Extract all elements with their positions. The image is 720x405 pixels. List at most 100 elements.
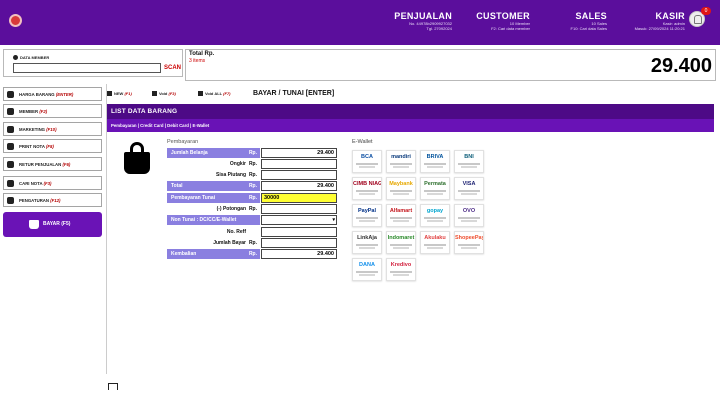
void-label: Void bbox=[159, 91, 168, 96]
caption-line bbox=[356, 217, 378, 219]
ewallet-option[interactable]: DANA bbox=[352, 258, 382, 281]
sidebar-item-harga-barang[interactable]: HARGA BARANG (ENTER) bbox=[3, 87, 102, 101]
shopping-bag-icon bbox=[124, 152, 150, 174]
row-pembayaran-tunai: Pembayaran Tunai Rp. 30000 bbox=[167, 193, 337, 203]
header-customer[interactable]: CUSTOMER 10 Member F2: Cari data member bbox=[460, 11, 530, 31]
void-button[interactable]: Void (F3) bbox=[152, 88, 176, 100]
ewallet-option[interactable]: OVO bbox=[454, 204, 484, 227]
scan-button[interactable]: SCAN bbox=[164, 65, 181, 71]
field-label: Non Tunai : DC/CC/E-Wallet bbox=[167, 215, 260, 225]
caption-line bbox=[393, 220, 409, 222]
member-input[interactable] bbox=[13, 63, 161, 73]
sidebar-item-label: PENGATURAN bbox=[19, 198, 49, 203]
sidebar-item-marketing[interactable]: MARKETING (F10) bbox=[3, 122, 102, 136]
sisa-piutang-field[interactable] bbox=[261, 170, 337, 180]
sidebar-item-pengaturan[interactable]: PENGATURAN (F12) bbox=[3, 193, 102, 207]
pembayaran-tunai-field[interactable]: 30000 bbox=[261, 193, 337, 203]
member-panel: DATA MEMBER SCAN bbox=[3, 49, 183, 77]
sidebar-item-key: (ENTER) bbox=[55, 92, 74, 97]
currency-label: Rp. bbox=[248, 240, 257, 246]
caption-line bbox=[424, 190, 446, 192]
ewallet-option[interactable]: Kredivo bbox=[386, 258, 416, 281]
return-icon bbox=[7, 161, 14, 168]
header-kasir[interactable]: KASIR Kasir: admin Masuk: 27/09/2024 11:… bbox=[620, 11, 685, 31]
tag-icon bbox=[7, 91, 14, 98]
header-sub: F2: Cari data member bbox=[491, 26, 530, 31]
caption-line bbox=[424, 163, 446, 165]
payment-title: Pembayaran bbox=[167, 139, 199, 145]
caption-line bbox=[427, 247, 443, 249]
sidebar-item-label: MEMBER bbox=[19, 109, 39, 114]
ewallet-logo: Kredivo bbox=[390, 262, 412, 268]
sidebar-item-cari-nota[interactable]: CARI NOTA (F3) bbox=[3, 176, 102, 190]
caption-line bbox=[393, 193, 409, 195]
header-penjualan[interactable]: PENJUALAN No. 44978b2909927032 Tgl. 2709… bbox=[380, 11, 452, 31]
caption-line bbox=[390, 190, 412, 192]
ewallet-option[interactable]: Indomaret bbox=[386, 231, 416, 254]
jumlah-belanja-field[interactable]: 29.400 bbox=[261, 148, 337, 158]
non-tunai-select[interactable] bbox=[261, 215, 337, 225]
sidebar-item-print-nota[interactable]: PRINT NOTA (F8) bbox=[3, 139, 102, 153]
ewallet-option[interactable]: Maybank bbox=[386, 177, 416, 200]
caption-line bbox=[359, 247, 375, 249]
ewallet-option[interactable]: ShopeePay bbox=[454, 231, 484, 254]
bayar-button[interactable]: BAYAR (F5) bbox=[3, 212, 102, 237]
ongkir-field[interactable] bbox=[261, 159, 337, 169]
ewallet-option[interactable]: CIMB NIAGA bbox=[352, 177, 382, 200]
void-all-button[interactable]: Void ALL (F7) bbox=[198, 88, 231, 100]
ewallet-option[interactable]: Permata bbox=[420, 177, 450, 200]
void-all-label: Void ALL bbox=[205, 91, 223, 96]
trash-icon bbox=[152, 91, 157, 96]
currency-label: Rp. bbox=[248, 183, 257, 189]
caption-line bbox=[461, 247, 477, 249]
row-sisa-piutang: Sisa Piutang Rp. bbox=[167, 170, 337, 180]
caption-line bbox=[359, 220, 375, 222]
caption-line bbox=[461, 193, 477, 195]
ewallet-option[interactable]: Alfamart bbox=[386, 204, 416, 227]
field-label: Ongkir Rp. bbox=[167, 159, 260, 169]
field-label: Total Rp. bbox=[167, 181, 260, 191]
list-header: LIST DATA BARANG bbox=[107, 104, 714, 119]
ewallet-logo: mandiri bbox=[391, 154, 411, 160]
ewallet-logo: CIMB NIAGA bbox=[353, 181, 381, 187]
kembalian-field[interactable]: 29.400 bbox=[261, 249, 337, 259]
row-ongkir: Ongkir Rp. bbox=[167, 159, 337, 169]
header-title: PENJUALAN bbox=[394, 11, 452, 21]
ewallet-logo: Indomaret bbox=[387, 235, 415, 241]
basket-icon bbox=[29, 220, 39, 229]
total-field[interactable]: 29.400 bbox=[261, 181, 337, 191]
caption-line bbox=[356, 244, 378, 246]
bayar-tunai-button[interactable]: BAYAR / TUNAI [ENTER] bbox=[253, 88, 334, 100]
ewallet-option[interactable]: VISA bbox=[454, 177, 484, 200]
sidebar-item-member[interactable]: MEMBER (F2) bbox=[3, 104, 102, 118]
no-reff-field[interactable] bbox=[261, 227, 337, 237]
caption-line bbox=[359, 166, 375, 168]
ewallet-option[interactable]: BCA bbox=[352, 150, 382, 173]
currency-label: Rp. bbox=[248, 251, 257, 257]
field-label-text: Sisa Piutang bbox=[215, 172, 246, 178]
ewallet-logo: BRIVA bbox=[426, 154, 444, 160]
sidebar-item-key: (F2) bbox=[39, 109, 48, 114]
potongan-field[interactable] bbox=[261, 204, 337, 214]
ewallet-option[interactable]: Akulaku bbox=[420, 231, 450, 254]
header-sales[interactable]: SALES 10 Sales F10: Cari data Sales bbox=[550, 11, 607, 31]
jumlah-bayar-field[interactable] bbox=[261, 238, 337, 248]
ewallet-option[interactable]: PayPal bbox=[352, 204, 382, 227]
ewallet-option[interactable]: BNI bbox=[454, 150, 484, 173]
new-button[interactable]: NEW (F1) bbox=[107, 88, 132, 100]
ewallet-option[interactable]: gopay bbox=[420, 204, 450, 227]
field-label-text: Pembayaran Tunai bbox=[171, 195, 216, 201]
payment-tabs[interactable]: Pembayaran | Credit Card | Debit Card | … bbox=[107, 119, 714, 132]
caption-line bbox=[424, 244, 446, 246]
ewallet-option[interactable]: mandiri bbox=[386, 150, 416, 173]
field-label-text: Ongkir bbox=[229, 161, 246, 167]
ewallet-logo: VISA bbox=[462, 181, 476, 187]
ewallet-option[interactable]: LinkAja bbox=[352, 231, 382, 254]
caption-line bbox=[461, 220, 477, 222]
ewallet-logo: LinkAja bbox=[357, 235, 377, 241]
caption-line bbox=[390, 271, 412, 273]
field-label-text: (-) Potongan bbox=[216, 206, 246, 212]
sidebar-item-key: (F10) bbox=[46, 127, 57, 132]
sidebar-item-retur-penjualan[interactable]: RETUR PENJUALAN (F6) bbox=[3, 157, 102, 171]
ewallet-option[interactable]: BRIVA bbox=[420, 150, 450, 173]
